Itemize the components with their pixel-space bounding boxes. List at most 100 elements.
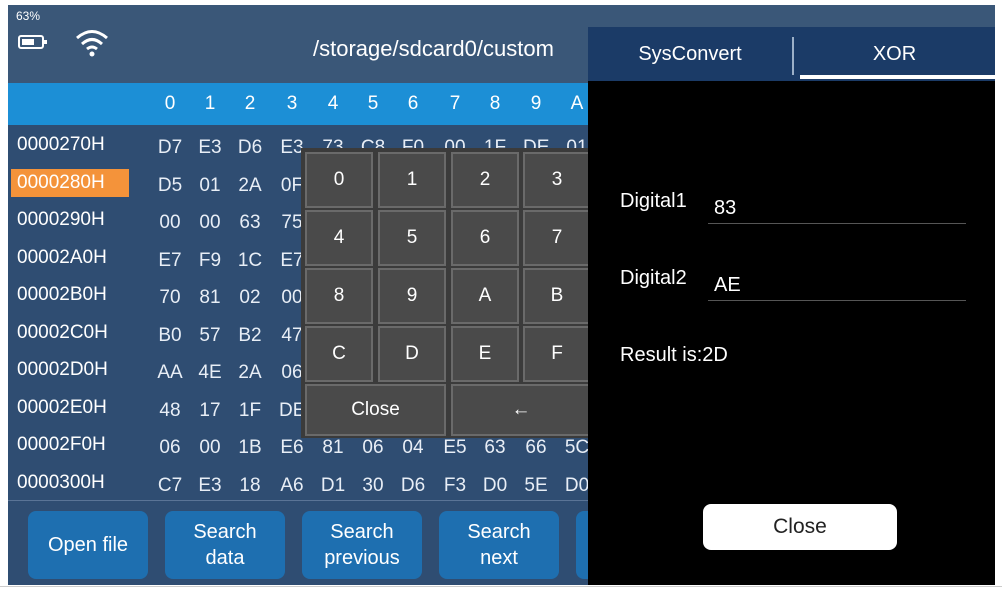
row-address[interactable]: 00002F0H: [11, 431, 129, 459]
xor-panel: SysConvert XOR Digital1 83 Digital2 AE R…: [588, 27, 995, 585]
hex-byte[interactable]: 06: [157, 437, 183, 459]
toolbar-button-2[interactable]: Search previous: [302, 511, 422, 579]
key-a[interactable]: A: [451, 268, 519, 324]
hex-byte[interactable]: D1: [320, 475, 346, 497]
hex-byte[interactable]: 17: [197, 400, 223, 422]
hex-byte[interactable]: D6: [237, 137, 263, 159]
key-8[interactable]: 8: [305, 268, 373, 324]
toolbar-button-3[interactable]: Search next: [439, 511, 559, 579]
hex-byte[interactable]: 63: [482, 437, 508, 459]
key-9[interactable]: 9: [378, 268, 446, 324]
tab-sysconvert[interactable]: SysConvert: [588, 27, 792, 81]
key-6[interactable]: 6: [451, 210, 519, 266]
row-address[interactable]: 0000270H: [11, 131, 129, 159]
hex-column-9: 9: [530, 93, 542, 114]
key-e[interactable]: E: [451, 326, 519, 382]
hex-byte[interactable]: 57: [197, 325, 223, 347]
key-7[interactable]: 7: [523, 210, 591, 266]
row-address[interactable]: 0000290H: [11, 206, 129, 234]
keypad-close-button[interactable]: Close: [305, 384, 446, 436]
hex-byte[interactable]: 04: [400, 437, 426, 459]
hex-byte[interactable]: E5: [442, 437, 468, 459]
hex-byte[interactable]: 48: [157, 400, 183, 422]
hex-byte[interactable]: D0: [564, 475, 590, 497]
hex-byte[interactable]: 00: [157, 212, 183, 234]
key-2[interactable]: 2: [451, 152, 519, 208]
hex-column-3: 3: [286, 93, 298, 114]
hex-byte[interactable]: 1F: [237, 400, 263, 422]
hex-byte[interactable]: F9: [197, 250, 223, 272]
hex-column-A: A: [570, 93, 584, 114]
hex-byte[interactable]: 2A: [237, 175, 263, 197]
hex-byte[interactable]: 5C: [564, 437, 590, 459]
hex-byte[interactable]: F3: [442, 475, 468, 497]
key-1[interactable]: 1: [378, 152, 446, 208]
hex-byte[interactable]: 2A: [237, 362, 263, 384]
hex-byte[interactable]: D0: [482, 475, 508, 497]
panel-tabs: SysConvert XOR: [588, 27, 995, 81]
hex-byte[interactable]: B2: [237, 325, 263, 347]
hex-byte[interactable]: D5: [157, 175, 183, 197]
key-f[interactable]: F: [523, 326, 591, 382]
key-3[interactable]: 3: [523, 152, 591, 208]
hex-byte[interactable]: E3: [197, 137, 223, 159]
digital1-input[interactable]: 83: [708, 192, 966, 224]
digital2-input[interactable]: AE: [708, 269, 966, 301]
tab-xor[interactable]: XOR: [794, 27, 995, 81]
hex-byte[interactable]: 00: [197, 437, 223, 459]
hex-byte[interactable]: 70: [157, 287, 183, 309]
wifi-icon: [76, 30, 108, 57]
key-b[interactable]: B: [523, 268, 591, 324]
row-address[interactable]: 00002B0H: [11, 281, 129, 309]
hex-byte[interactable]: 00: [197, 212, 223, 234]
key-5[interactable]: 5: [378, 210, 446, 266]
hex-column-5: 5: [367, 93, 379, 114]
file-path: /storage/sdcard0/custom: [313, 36, 554, 61]
panel-close-button[interactable]: Close: [703, 504, 897, 550]
battery-percent: 63%: [16, 9, 41, 23]
hex-byte[interactable]: 30: [360, 475, 386, 497]
hex-byte[interactable]: 06: [360, 437, 386, 459]
key-0[interactable]: 0: [305, 152, 373, 208]
hex-byte[interactable]: 02: [237, 287, 263, 309]
hex-byte[interactable]: 18: [237, 475, 263, 497]
hex-byte[interactable]: E6: [279, 437, 305, 459]
row-address[interactable]: 00002D0H: [11, 356, 129, 384]
row-address[interactable]: 00002C0H: [11, 319, 129, 347]
hex-column-8: 8: [489, 93, 501, 114]
key-c[interactable]: C: [305, 326, 373, 382]
hex-byte[interactable]: 66: [523, 437, 549, 459]
key-d[interactable]: D: [378, 326, 446, 382]
hex-byte[interactable]: 1C: [237, 250, 263, 272]
row-address[interactable]: 00002A0H: [11, 244, 129, 272]
hex-column-6: 6: [407, 93, 419, 114]
digital2-label: Digital2: [620, 267, 687, 289]
active-tab-indicator: [800, 75, 995, 79]
hex-column-2: 2: [244, 93, 256, 114]
hex-byte[interactable]: E7: [157, 250, 183, 272]
toolbar-button-1[interactable]: Search data: [165, 511, 285, 579]
row-address[interactable]: 00002E0H: [11, 394, 129, 422]
hex-byte[interactable]: D7: [157, 137, 183, 159]
hex-byte[interactable]: C7: [157, 475, 183, 497]
hex-byte[interactable]: E3: [197, 475, 223, 497]
hex-byte[interactable]: 63: [237, 212, 263, 234]
hex-byte[interactable]: 81: [320, 437, 346, 459]
row-address[interactable]: 0000300H: [11, 469, 129, 497]
backspace-button[interactable]: ←: [451, 384, 591, 436]
xor-result: Result is:2D: [620, 344, 728, 366]
key-4[interactable]: 4: [305, 210, 373, 266]
hex-byte[interactable]: A6: [279, 475, 305, 497]
hex-byte[interactable]: B0: [157, 325, 183, 347]
hex-byte[interactable]: AA: [157, 362, 183, 384]
selected-address[interactable]: 0000280H: [11, 168, 129, 197]
hex-byte[interactable]: 1B: [237, 437, 263, 459]
hex-row[interactable]: 0000300H C7 E3 18 A6 D1 30 D6 F3 D0 5E D0: [8, 463, 608, 500]
toolbar-button-0[interactable]: Open file: [28, 511, 148, 579]
hex-byte[interactable]: 81: [197, 287, 223, 309]
hex-column-1: 1: [204, 93, 216, 114]
hex-byte[interactable]: 5E: [523, 475, 549, 497]
hex-byte[interactable]: 01: [197, 175, 223, 197]
hex-byte[interactable]: 4E: [197, 362, 223, 384]
hex-byte[interactable]: D6: [400, 475, 426, 497]
